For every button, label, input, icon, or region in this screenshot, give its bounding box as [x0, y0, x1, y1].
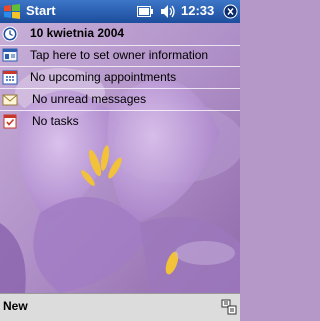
menu-bar: New [0, 293, 240, 321]
volume-icon[interactable] [160, 4, 176, 19]
today-date-row[interactable]: 10 kwietnia 2004 [0, 23, 240, 46]
owner-card-icon [2, 48, 18, 62]
battery-icon[interactable] [137, 6, 153, 17]
appointments-row[interactable]: No upcoming appointments [0, 66, 240, 89]
appointments-text: No upcoming appointments [30, 70, 177, 84]
envelope-icon [2, 94, 18, 106]
clock-icon [2, 26, 18, 42]
input-panel-icon[interactable] [221, 299, 237, 315]
new-menu-button[interactable]: New [3, 299, 28, 313]
title-bar: Start 12:33 [0, 0, 240, 23]
messages-text: No unread messages [32, 92, 147, 106]
calendar-icon [2, 70, 18, 85]
windows-flag-icon[interactable] [2, 2, 22, 22]
tasks-text: No tasks [32, 114, 79, 128]
tasks-checkbox-icon [3, 114, 17, 129]
owner-info-row[interactable]: Tap here to set owner information [0, 44, 240, 67]
clock[interactable]: 12:33 [181, 3, 214, 18]
messages-row[interactable]: No unread messages [0, 88, 240, 111]
owner-info-text: Tap here to set owner information [30, 48, 209, 62]
today-date: 10 kwietnia 2004 [30, 26, 125, 40]
ok-icon[interactable] [223, 4, 238, 19]
tasks-row[interactable]: No tasks [0, 110, 240, 132]
start-menu-label[interactable]: Start [26, 3, 56, 18]
